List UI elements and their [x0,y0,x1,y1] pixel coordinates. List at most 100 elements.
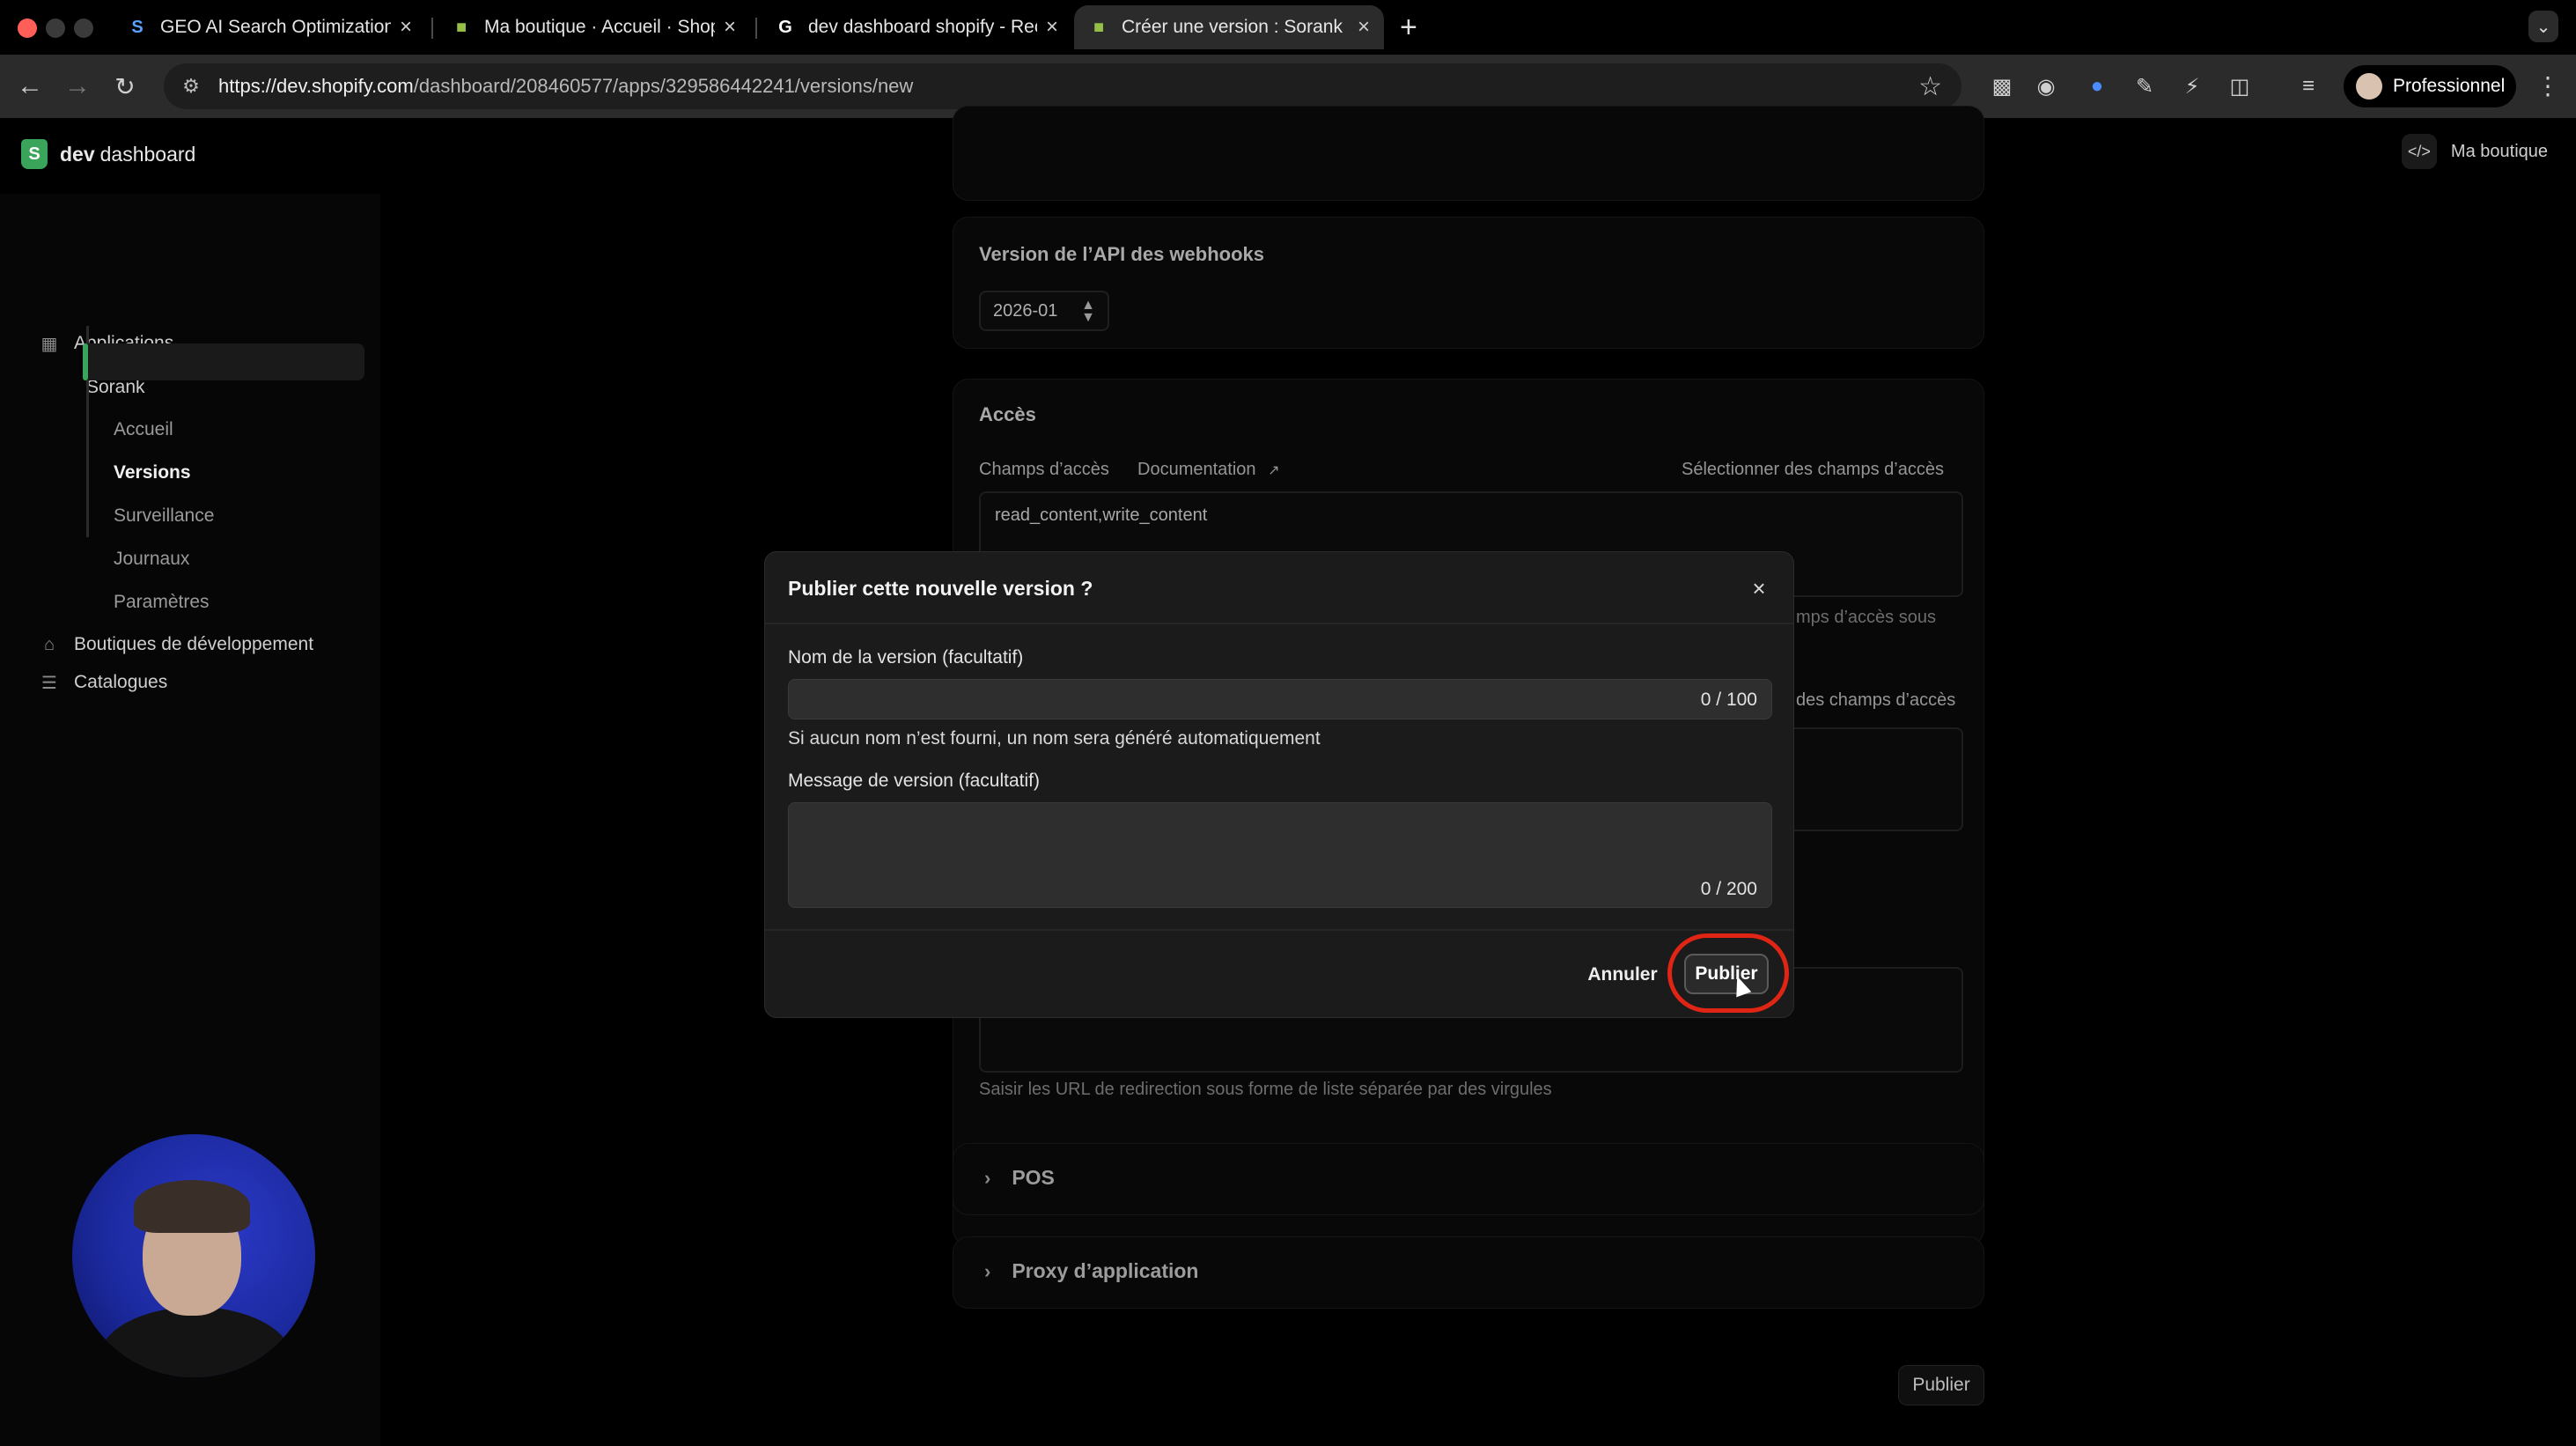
documentation-link[interactable]: Documentation ↗ [1137,460,1280,480]
profile-label: Professionnel [2393,76,2506,96]
modal-header: Publier cette nouvelle version ? × [765,552,1793,624]
bolt-icon[interactable]: ⚡ [2176,70,2208,102]
sidebar-label: Versions [114,462,191,483]
select-arrows-icon: ▲ ▼ [1081,298,1095,325]
optional-scopes-link-partial[interactable]: des champs d’accès [1796,690,1955,711]
close-icon[interactable]: × [724,15,736,40]
close-icon[interactable]: × [1358,15,1370,40]
tab-separator [431,18,433,39]
google-icon: G [778,17,792,37]
pos-expander[interactable]: › POS [984,1166,1055,1190]
version-message-label: Message de version (facultatif) [788,771,1040,791]
browser-tab[interactable]: S GEO AI Search Optimization S × [113,5,426,49]
sidebar-item-surveillance[interactable]: Surveillance [114,505,214,527]
pos-label: POS [1012,1166,1055,1189]
modal-title: Publier cette nouvelle version ? [788,577,1093,600]
access-title: Accès [979,403,1036,425]
browser-tab-active[interactable]: ■ Créer une version : Sorank × [1074,5,1384,49]
browser-menu-icon[interactable]: ⋮ [2536,74,2560,99]
reload-icon[interactable]: ↻ [109,70,141,102]
window-minimize-button[interactable] [46,18,65,38]
extension-icon[interactable]: ▩ [1986,70,2018,102]
camera-icon[interactable]: ◉ [2030,70,2062,102]
shopify-bag-icon: ■ [455,17,467,37]
code-icon: </> [2401,134,2437,169]
url-text: https://dev.shopify.com/dashboard/208460… [218,75,913,98]
brand-logo[interactable]: S dev dashboard [21,139,195,169]
webhooks-api-select[interactable]: 2026-01 ▲ ▼ [979,291,1109,331]
chevron-right-icon: › [984,1166,991,1189]
sidebar-active-bar [83,343,88,380]
my-shop-button[interactable]: </> Ma boutique [2401,134,2548,169]
sidebar-label: Catalogues [74,672,168,692]
reading-list-icon[interactable]: ≡ [2293,70,2324,102]
bookmark-star-icon[interactable]: ☆ [1918,71,1942,102]
external-link-icon: ↗ [1268,463,1280,478]
extension-badge-icon[interactable]: ● [2081,70,2113,102]
url-host: https://dev.shopify.com [218,75,414,97]
webcam-person-hair [134,1180,250,1233]
redirect-help: Saisir les URL de redirection sous forme… [979,1080,1552,1099]
sidebar-label: Paramètres [114,592,210,612]
sidebar-active-highlight [83,343,364,380]
profile-button[interactable]: Professionnel [2344,65,2516,107]
close-icon[interactable]: × [400,15,412,40]
address-bar[interactable]: ⚙ https://dev.shopify.com/dashboard/2084… [164,63,1961,109]
select-value: 2026-01 [993,300,1058,321]
window-close-button[interactable] [18,18,37,38]
site-settings-icon[interactable]: ⚙ [176,71,206,101]
close-icon[interactable]: × [1046,15,1058,40]
scopes-value: read_content,write_content [995,505,1208,525]
webcam-person-body [99,1307,292,1377]
sidebar-item-catalogs[interactable]: ☰ Catalogues [39,672,167,693]
sidebar-label: Accueil [114,419,173,439]
window-zoom-button[interactable] [74,18,93,38]
documentation-link-label: Documentation [1137,460,1256,479]
browser-tab-bar: S GEO AI Search Optimization S × ■ Ma bo… [0,0,2576,55]
store-icon: ⌂ [43,634,55,654]
sidebar-label: Boutiques de développement [74,634,314,654]
url-path: /dashboard/208460577/apps/329586442241/v… [413,75,914,97]
optional-scopes-textarea[interactable] [1787,727,1963,831]
my-shop-label: Ma boutique [2450,141,2548,161]
sidebar-item-versions[interactable]: Versions [114,462,191,483]
browser-tab[interactable]: G dev dashboard shopify - Rech × [761,5,1072,49]
close-icon[interactable]: × [1744,573,1774,603]
app-proxy-expander[interactable]: › Proxy d’application [984,1259,1198,1283]
version-message-textarea[interactable]: 0 / 200 [788,802,1772,908]
tab-search-button[interactable]: ⌄ [2528,11,2558,42]
app-proxy-label: Proxy d’application [1012,1259,1199,1282]
tab-title: Créer une version : Sorank [1122,17,1343,37]
select-scopes-link[interactable]: Sélectionner des champs d’accès [1682,460,1944,480]
shopify-logo-icon: S [21,139,48,169]
sidebar-item-accueil[interactable]: Accueil [114,419,173,440]
new-tab-button[interactable]: + [1400,11,1417,45]
version-message-counter: 0 / 200 [1700,879,1757,899]
shopify-bag-icon: ■ [1093,17,1105,37]
webcam-overlay [72,1134,315,1377]
cancel-button[interactable]: Annuler [1584,955,1661,994]
sidebar-label: Surveillance [114,505,215,526]
eyedropper-icon[interactable]: ✎ [2129,70,2160,102]
version-name-input[interactable]: 0 / 100 [788,679,1772,719]
back-arrow-icon[interactable]: ← [14,70,46,102]
s-logo-icon: S [131,17,144,37]
avatar [2356,73,2382,100]
apps-grid-icon: ▦ [40,334,58,354]
sidebar-item-journaux[interactable]: Journaux [114,549,189,570]
brand-dashboard: dashboard [99,142,196,166]
sidebar-item-parametres[interactable]: Paramètres [114,592,210,613]
publish-button-page[interactable]: Publier [1898,1365,1984,1405]
card-previous-section [953,106,1984,201]
puzzle-icon[interactable]: ◫ [2224,70,2256,102]
highlight-annotation-ring [1667,933,1789,1013]
card-pos[interactable] [953,1143,1984,1215]
scopes-help-partial: mps d’accès sous [1796,608,1936,627]
browser-tab[interactable]: ■ Ma boutique · Accueil · Shopi × [437,5,750,49]
forward-arrow-icon[interactable]: → [62,70,93,102]
catalog-icon: ☰ [41,673,57,693]
sidebar-label: Journaux [114,549,190,569]
sidebar-item-dev-stores[interactable]: ⌂ Boutiques de développement [39,634,313,655]
tab-title: dev dashboard shopify - Rech [808,17,1037,37]
version-name-counter: 0 / 100 [1700,690,1757,710]
